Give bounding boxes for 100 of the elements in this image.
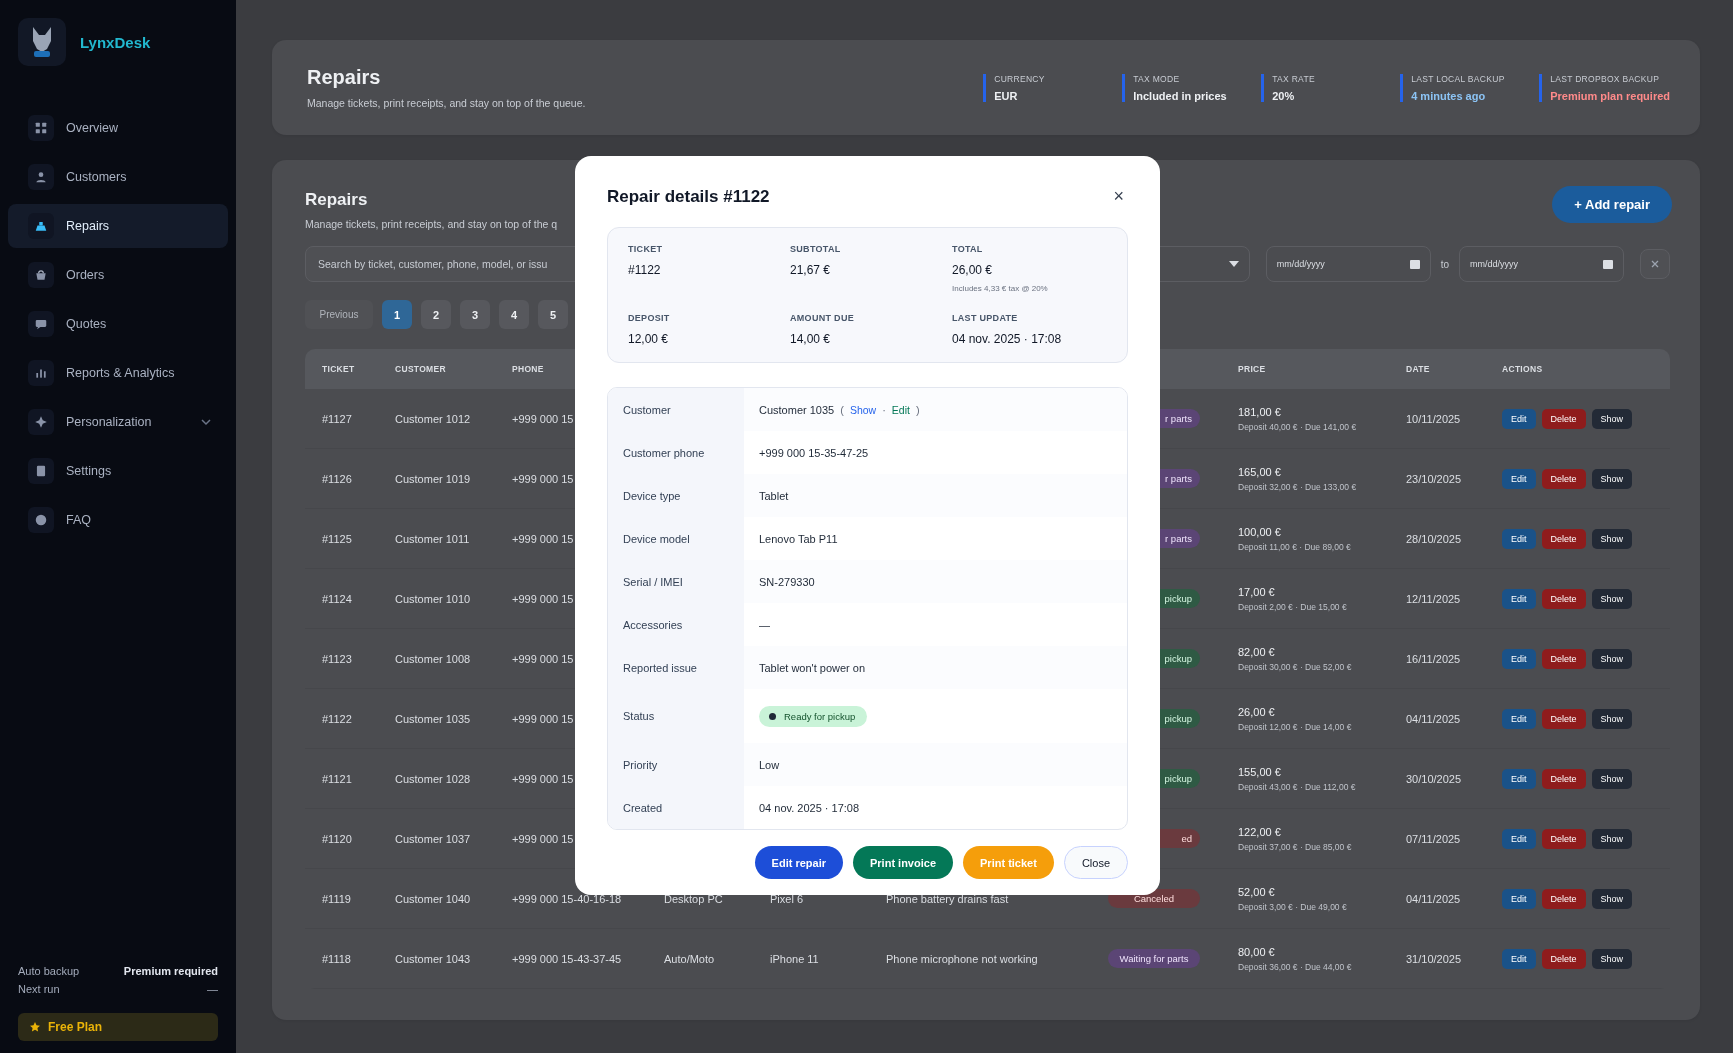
edit-button[interactable]: Edit [1502, 708, 1536, 729]
page-button[interactable]: 1 [382, 300, 412, 329]
sidebar-item[interactable]: Overview [8, 106, 228, 150]
edit-button[interactable]: Edit [1502, 588, 1536, 609]
edit-button[interactable]: Edit [1502, 468, 1536, 489]
edit-button[interactable]: Edit [1502, 648, 1536, 669]
delete-button[interactable]: Delete [1541, 408, 1586, 429]
price-detail: Deposit 3,00 € · Due 49,00 € [1238, 901, 1347, 912]
brand-name: LynxDesk [80, 33, 151, 51]
edit-button[interactable]: Edit [1502, 828, 1536, 849]
customer-cell-text: Customer 1010 [394, 592, 471, 605]
phone-cell-text: +999 000 15 [511, 472, 574, 485]
sidebar-item[interactable]: Personalization [8, 400, 228, 444]
show-button[interactable]: Show [1591, 408, 1633, 429]
customer-cell-text: Customer 1035 [394, 712, 471, 725]
show-button[interactable]: Show [1591, 648, 1633, 669]
sidebar-item[interactable]: Quotes [8, 302, 228, 346]
customer-cell-text: Customer 1028 [394, 772, 471, 785]
logo-icon [18, 18, 66, 66]
detail-value: Tablet won't power on [759, 661, 866, 674]
show-button[interactable]: Show [1591, 888, 1633, 909]
document-icon [28, 458, 54, 484]
date-cell-text: 04/11/2025 [1405, 712, 1461, 725]
price-cell-text: 100,00 € [1238, 525, 1282, 538]
sidebar-item[interactable]: FAQ [8, 498, 228, 542]
show-button[interactable]: Show [1591, 708, 1633, 729]
edit-button[interactable]: Edit [1502, 768, 1536, 789]
sidebar-item[interactable]: Reports & Analytics [8, 351, 228, 395]
add-repair-button[interactable]: + Add repair [1552, 186, 1672, 223]
close-button[interactable]: × [1109, 186, 1128, 207]
speech-bubble-icon [28, 311, 54, 337]
price-cell-text: 165,00 € [1238, 465, 1282, 478]
backup-label: Auto backup [18, 965, 80, 977]
calendar-icon [1603, 259, 1613, 269]
delete-button[interactable]: Delete [1541, 888, 1586, 909]
detail-value: Lenovo Tab P11 [759, 532, 838, 545]
tax-note: Includes 4,33 € tax @ 20% [952, 284, 1049, 293]
print-invoice-button[interactable]: Print invoice [853, 846, 953, 879]
edit-button[interactable]: Edit [1502, 888, 1536, 909]
date-field[interactable]: mm/dd/yyyy [1265, 246, 1431, 282]
delete-button[interactable]: Delete [1541, 648, 1586, 669]
page-button[interactable]: 5 [538, 300, 568, 329]
show-button[interactable]: Show [1591, 768, 1633, 789]
date-cell-text: 23/10/2025 [1405, 472, 1462, 485]
page-button[interactable]: 2 [421, 300, 451, 329]
next-run-value: — [207, 983, 218, 995]
price-detail: Deposit 36,00 € · Due 44,00 € [1238, 961, 1352, 972]
detail-value: Low [759, 758, 780, 771]
stat-label: CURRENCY [994, 73, 1046, 84]
price-cell-text: 52,00 € [1238, 885, 1276, 898]
edit-button[interactable]: Edit [1502, 408, 1536, 429]
phone-cell-text: +999 000 15-40-16-18 [511, 892, 622, 905]
detail-label: Status [608, 689, 744, 743]
show-button[interactable]: Show [1591, 948, 1633, 969]
phone-cell-text: +999 000 15 [511, 712, 574, 725]
delete-button[interactable]: Delete [1541, 768, 1586, 789]
customer-cell-text: Customer 1008 [394, 652, 471, 665]
edit-button[interactable]: Edit [1502, 948, 1536, 969]
date-cell-text: 31/10/2025 [1405, 952, 1462, 965]
delete-button[interactable]: Delete [1541, 588, 1586, 609]
close-icon [1651, 260, 1659, 268]
date-field[interactable]: mm/dd/yyyy [1459, 246, 1624, 282]
summary-value: 26,00 € [952, 263, 994, 277]
price-detail: Deposit 40,00 € · Due 141,00 € [1238, 421, 1357, 432]
stat-value: Included in prices [1133, 89, 1228, 102]
backup-value: Premium required [123, 965, 218, 977]
sidebar-item[interactable]: Settings [8, 449, 228, 493]
phone-cell-text: +999 000 15 [511, 832, 574, 845]
show-link[interactable]: Show [849, 403, 877, 416]
phone-cell-text: +999 000 15 [511, 412, 574, 425]
delete-button[interactable]: Delete [1541, 708, 1586, 729]
edit-button[interactable]: Edit [1502, 528, 1536, 549]
column-header: CUSTOMER [394, 364, 446, 374]
delete-button[interactable]: Delete [1541, 468, 1586, 489]
detail-value: Tablet [759, 489, 789, 502]
close-button[interactable]: Close [1063, 846, 1128, 879]
date-cell-text: 07/11/2025 [1405, 832, 1461, 845]
delete-button[interactable]: Delete [1541, 828, 1586, 849]
price-cell-text: 181,00 € [1238, 405, 1282, 418]
show-button[interactable]: Show [1591, 528, 1633, 549]
delete-button[interactable]: Delete [1541, 528, 1586, 549]
sidebar-item[interactable]: Customers [8, 155, 228, 199]
page-button[interactable]: 3 [460, 300, 490, 329]
edit-repair-button[interactable]: Edit repair [754, 846, 843, 879]
detail-label: Customer [608, 388, 744, 431]
page-button[interactable]: 4 [499, 300, 529, 329]
show-button[interactable]: Show [1591, 828, 1633, 849]
edit-link[interactable]: Edit [891, 403, 910, 416]
summary-label: LAST UPDATE [952, 313, 1019, 323]
bar-chart-icon [28, 360, 54, 386]
show-button[interactable]: Show [1591, 588, 1633, 609]
detail-label: Created [608, 786, 744, 829]
sidebar-item[interactable]: Orders [8, 253, 228, 297]
star-icon [30, 1022, 40, 1032]
price-detail: Deposit 32,00 € · Due 133,00 € [1238, 481, 1357, 492]
sidebar-item[interactable]: Repairs [8, 204, 228, 248]
show-button[interactable]: Show [1591, 468, 1633, 489]
detail-label: Customer phone [608, 431, 744, 474]
delete-button[interactable]: Delete [1541, 948, 1586, 969]
summary-label: SUBTOTAL [790, 244, 842, 254]
